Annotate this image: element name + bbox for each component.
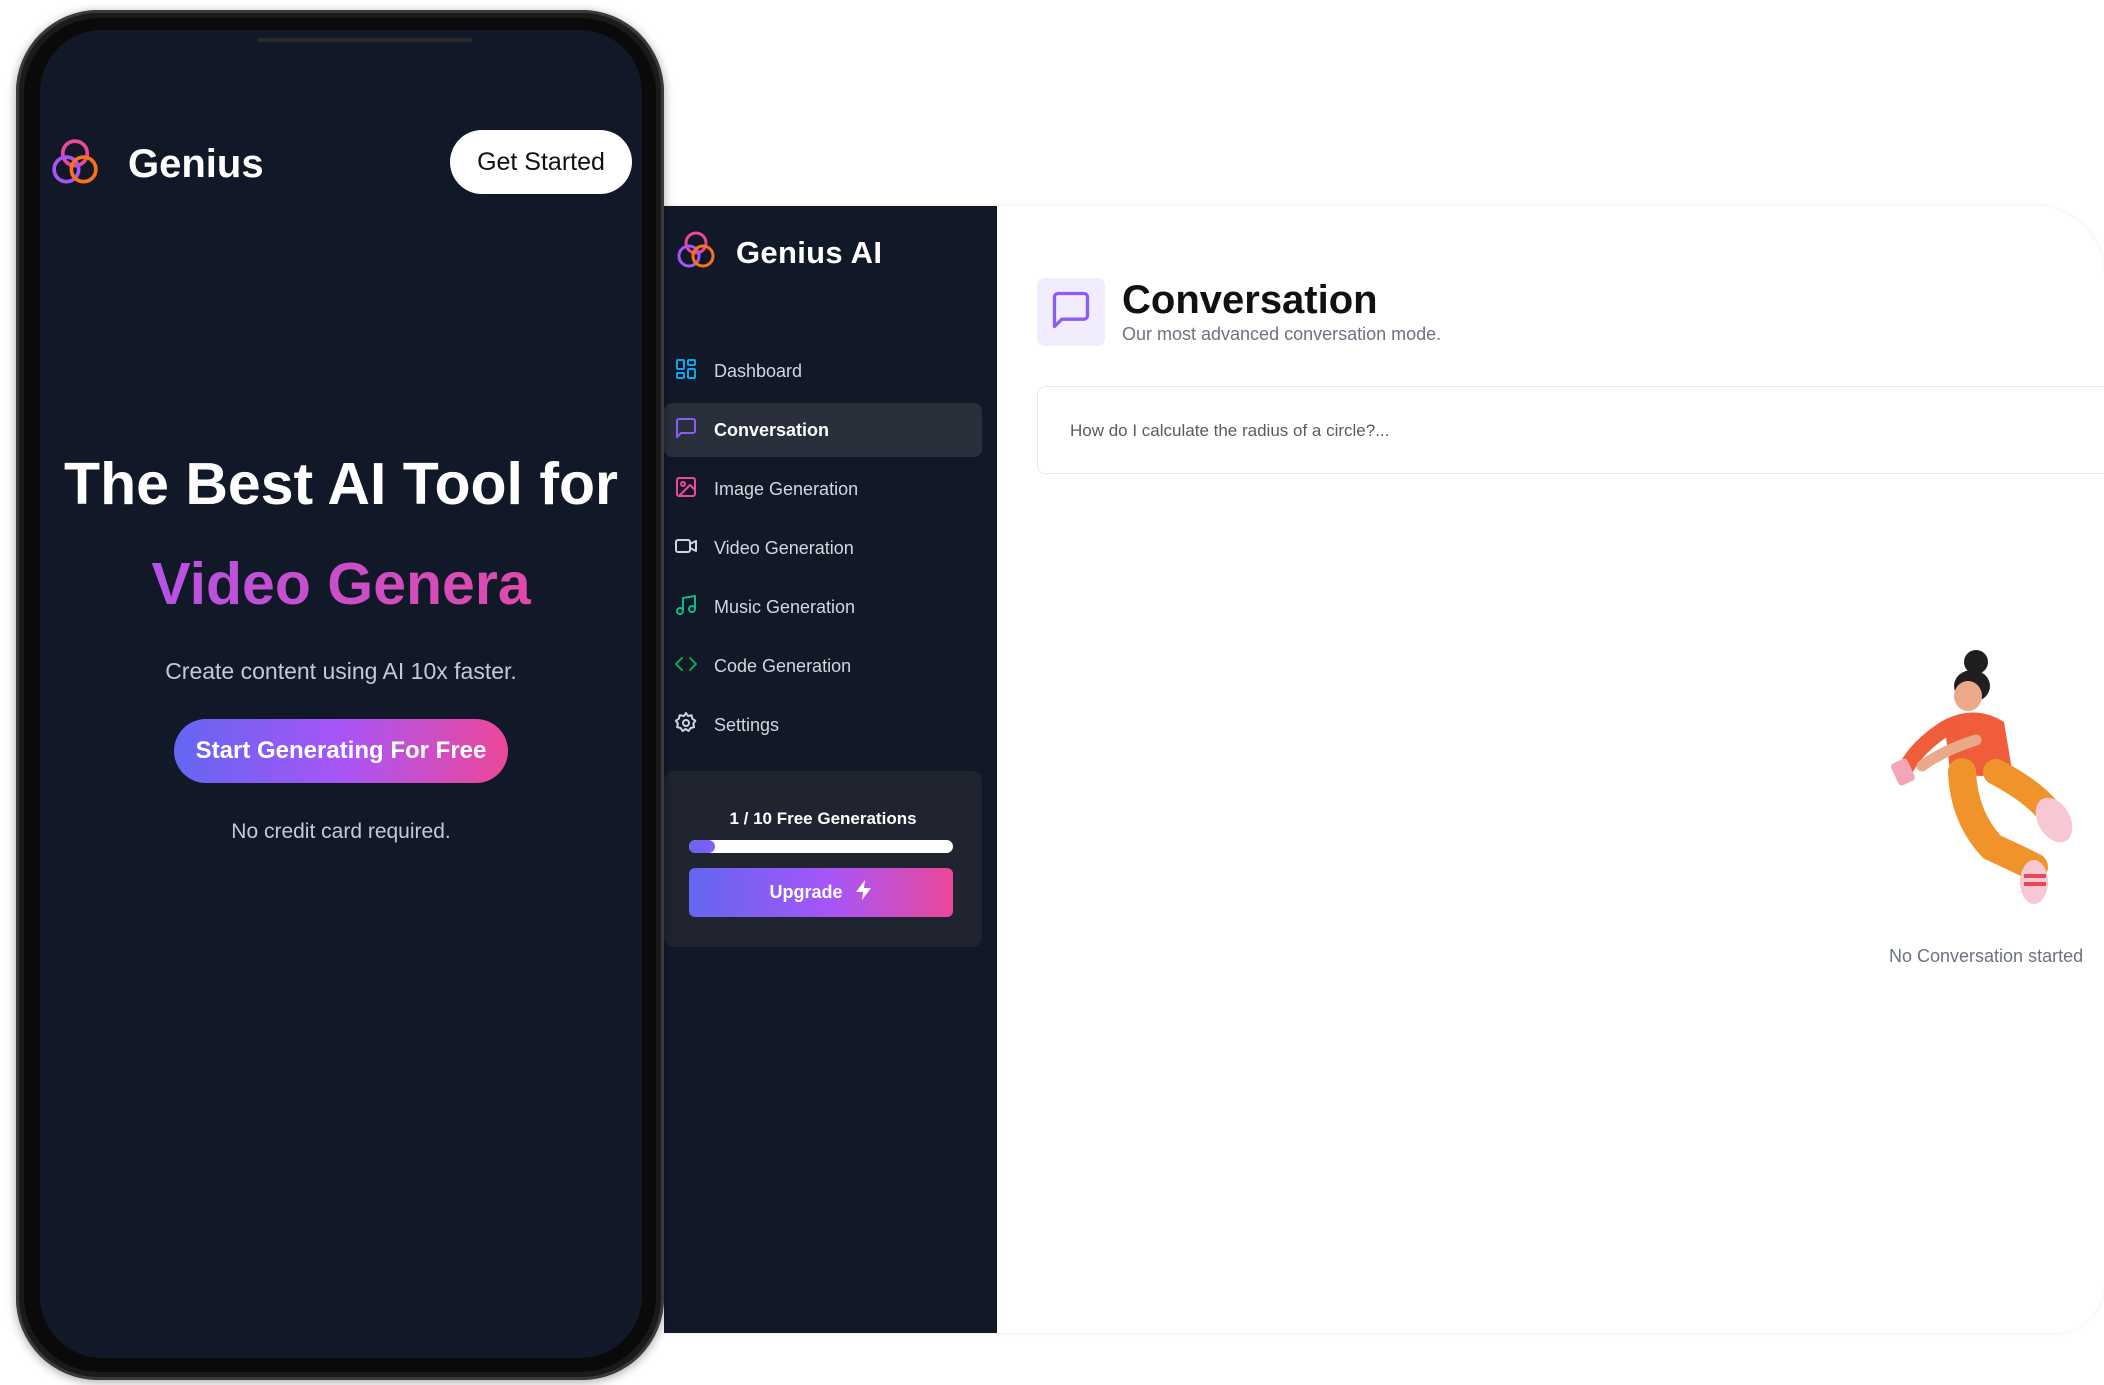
- phone-frame: Genius Get Started The Best AI Tool for …: [16, 10, 664, 1380]
- conversation-header-icon-box: [1037, 278, 1105, 346]
- empty-state-text: No Conversation started: [1889, 946, 2084, 966]
- phone-screen: Genius Get Started The Best AI Tool for …: [40, 30, 642, 1358]
- sidebar-item-label: Image Generation: [714, 478, 859, 499]
- upgrade-button[interactable]: Upgrade: [689, 868, 953, 917]
- landing-brand-name: Genius: [128, 142, 264, 186]
- sidebar-item-label: Code Generation: [714, 655, 852, 676]
- sidebar-item-conversation[interactable]: Conversation: [664, 403, 982, 457]
- usage-progress-bar: [689, 840, 953, 853]
- sidebar-item-label: Conversation: [714, 419, 830, 440]
- sidebar-item-music-generation[interactable]: Music Generation: [664, 580, 982, 634]
- layout-dashboard-icon: [674, 357, 698, 386]
- zap-icon: [855, 880, 873, 905]
- prompt-input[interactable]: [1068, 415, 1872, 447]
- desktop-app-window: Genius AI Dashboard Conversation Image G…: [664, 206, 2104, 1333]
- get-started-button[interactable]: Get Started: [450, 130, 632, 194]
- main-content: Conversation Our most advanced conversat…: [997, 206, 2104, 1333]
- genius-logo-icon: [674, 228, 718, 277]
- upgrade-label: Upgrade: [769, 882, 843, 902]
- sidebar-item-dashboard[interactable]: Dashboard: [664, 344, 982, 398]
- video-icon: [674, 534, 698, 563]
- hero-subtitle: Create content using AI 10x faster.: [165, 658, 517, 684]
- phone-speaker: [258, 38, 473, 42]
- sidebar-item-label: Video Generation: [714, 537, 854, 558]
- hero-title: The Best AI Tool for: [64, 451, 618, 517]
- settings-icon: [674, 711, 698, 740]
- genius-logo-icon: [48, 135, 102, 194]
- landing-brand[interactable]: Genius: [48, 135, 264, 194]
- start-generating-button[interactable]: Start Generating For Free: [174, 719, 508, 783]
- sidebar-item-label: Music Generation: [714, 596, 856, 617]
- sidebar-nav: Dashboard Conversation Image Generation …: [664, 344, 982, 757]
- message-square-icon: [674, 416, 698, 445]
- hero-typewriter-text: Video Genera: [40, 550, 642, 618]
- sidebar-item-settings[interactable]: Settings: [664, 698, 982, 752]
- cta-note: No credit card required.: [231, 820, 451, 843]
- sidebar-brand[interactable]: Genius AI: [674, 228, 882, 277]
- code-icon: [674, 652, 698, 681]
- sidebar: Genius AI Dashboard Conversation Image G…: [664, 206, 997, 1333]
- music-icon: [674, 593, 698, 622]
- sidebar-item-video-generation[interactable]: Video Generation: [664, 521, 982, 575]
- empty-state-illustration: [1884, 642, 2084, 912]
- sidebar-item-label: Dashboard: [714, 360, 803, 381]
- prompt-form: [1037, 386, 2104, 474]
- usage-progress-fill: [689, 840, 716, 853]
- image-icon: [674, 475, 698, 504]
- sidebar-item-code-generation[interactable]: Code Generation: [664, 639, 982, 693]
- usage-counter: 1 / 10 Free Generations: [729, 809, 917, 828]
- sidebar-item-image-generation[interactable]: Image Generation: [664, 462, 982, 516]
- page-subtitle: Our most advanced conversation mode.: [1122, 324, 1442, 344]
- free-usage-card: 1 / 10 Free Generations Upgrade: [664, 771, 982, 947]
- page-title: Conversation: [1122, 278, 1378, 322]
- message-square-icon: [1049, 288, 1093, 337]
- sidebar-item-label: Settings: [714, 714, 780, 735]
- sidebar-brand-name: Genius AI: [736, 234, 883, 270]
